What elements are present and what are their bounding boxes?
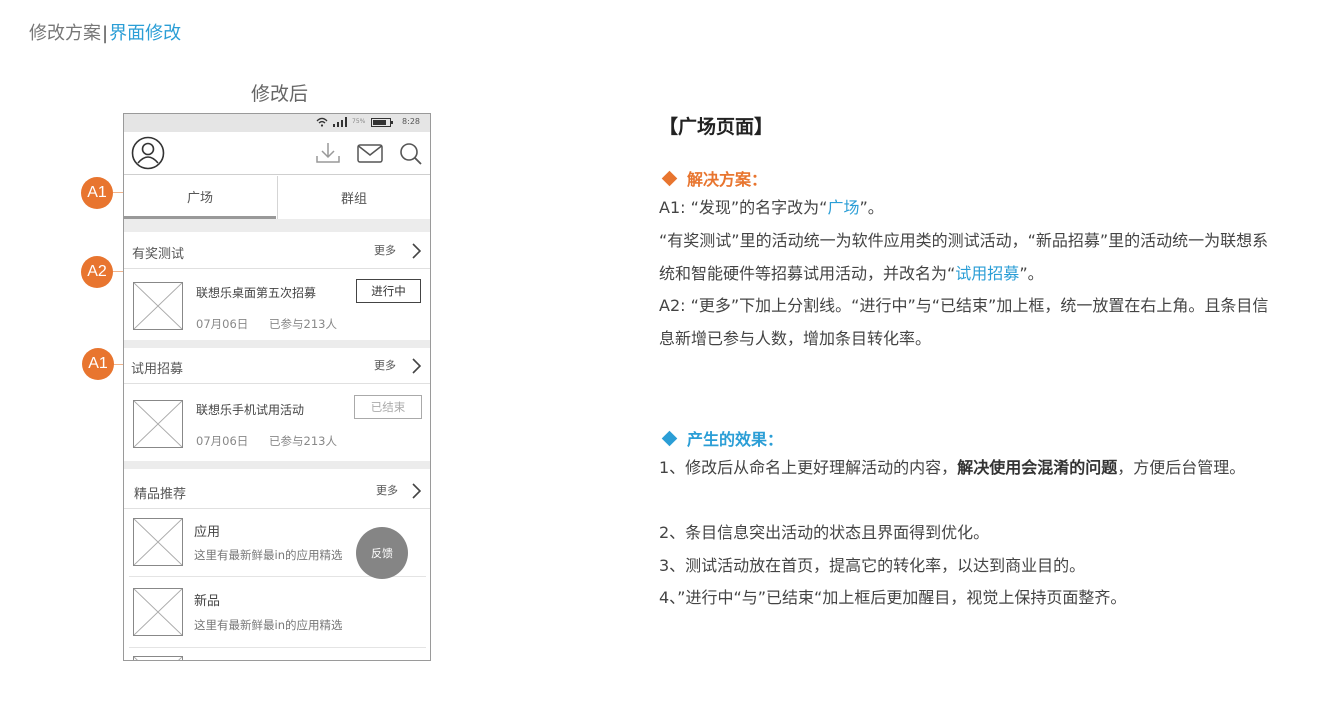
a1-suffix: ”。 [859, 198, 884, 217]
feedback-button[interactable]: 反馈 [356, 527, 408, 579]
a1-highlight: 广场 [827, 198, 860, 217]
section-header-reward-test: 有奖测试 更多 [124, 233, 430, 269]
avatar-icon[interactable] [131, 136, 165, 170]
chevron-right-icon[interactable] [411, 483, 421, 499]
effect-1-text: 1、修改后从命名上更好理解活动的内容， [659, 458, 958, 477]
chevron-right-icon[interactable] [411, 243, 421, 259]
thumbnail-placeholder [133, 518, 183, 566]
effect-4: 4、”进行中“与”已结束“加上框后更加醒目，视觉上保持页面整齐。 [659, 588, 1127, 607]
after-title: 修改后 [251, 83, 309, 105]
effect-3: 3、测试活动放在首页，提高它的转化率，以达到商业目的。 [659, 556, 1086, 575]
section-title: 有奖测试 [132, 247, 185, 262]
chevron-right-icon[interactable] [411, 358, 421, 374]
item-joined-count: 已参与213人 [269, 317, 337, 331]
solution-heading-text: 解决方案： [687, 170, 768, 189]
section-header-trial-recruit: 试用招募 更多 [124, 348, 430, 384]
solution-a2: A2: “更多”下加上分割线。“进行中”与“已结束”加上框，统一放置在右上角。且… [659, 296, 1269, 348]
item-joined-count: 已参与213人 [269, 434, 337, 448]
solution-a1: A1: “发现”的名字改为“广场”。 [659, 192, 1269, 225]
section-title: 试用招募 [131, 362, 184, 377]
mail-icon[interactable] [357, 144, 383, 164]
item-desc: 这里有最新鲜最in的应用精选 [194, 548, 343, 562]
status-ended-button[interactable]: 已结束 [354, 395, 422, 419]
solution-heading: 解决方案： [661, 166, 767, 190]
header-current: 界面修改 [109, 23, 182, 44]
status-ongoing-button[interactable]: 进行中 [356, 279, 421, 303]
signal-icon [333, 117, 347, 127]
thumbnail-placeholder [133, 400, 183, 448]
page-header: 修改方案|界面修改 [29, 19, 181, 45]
item-title[interactable]: 新品 [194, 590, 220, 609]
annotation-badge-a1: A1 [81, 177, 113, 209]
diamond-bullet-icon [661, 170, 678, 187]
section-gap [124, 461, 430, 469]
tab-plaza[interactable]: 广场 [124, 176, 276, 219]
item-date: 07月06日 [196, 317, 249, 331]
item-title[interactable]: 联想乐手机试用活动 [196, 401, 304, 418]
section-title: 精品推荐 [134, 487, 187, 502]
wifi-icon [316, 117, 328, 127]
effect-1-suffix: ，方便后台管理。 [1117, 458, 1246, 477]
header-section: 修改方案 [29, 23, 101, 44]
battery-icon [371, 118, 393, 127]
effect-heading-text: 产生的效果： [687, 430, 784, 449]
thumbnail-placeholder [133, 656, 183, 660]
a1-detail-highlight: 试用招募 [955, 263, 1020, 283]
battery-percent: 75% [352, 118, 366, 125]
effect-1-bold: 解决使用会混淆的问题 [957, 458, 1118, 477]
status-time: 8:28 [402, 117, 420, 126]
item-title[interactable]: 应用 [194, 521, 220, 540]
a1-detail-suffix: ”。 [1019, 263, 1044, 283]
more-link[interactable]: 更多 [374, 242, 396, 258]
item-desc: 这里有最新鲜最in的应用精选 [194, 618, 343, 632]
thumbnail-placeholder [133, 588, 183, 636]
section-gap [124, 219, 430, 232]
more-link[interactable]: 更多 [376, 482, 398, 498]
effect-1: 1、修改后从命名上更好理解活动的内容，解决使用会混淆的问题，方便后台管理。 [659, 452, 1269, 485]
diamond-bullet-icon [661, 430, 678, 447]
annotation-badge-a2: A2 [81, 256, 113, 288]
annotation-badge-a1: A1 [82, 348, 114, 380]
solution-a1-detail: “有奖测试”里的活动统一为软件应用类的测试活动，“新品招募”里的活动统一为联想系… [659, 225, 1269, 290]
search-icon[interactable] [399, 142, 423, 166]
thumbnail-placeholder [133, 282, 183, 330]
item-title[interactable]: 联想乐桌面第五次招募 [196, 284, 316, 301]
header-separator: | [102, 23, 109, 44]
tab-bar: 广场 群组 [124, 176, 430, 219]
section-header-featured: 精品推荐 更多 [124, 473, 430, 509]
top-bar [124, 132, 430, 175]
item-date: 07月06日 [196, 434, 249, 448]
status-bar: 75% 8:28 [124, 114, 430, 132]
section-gap [124, 340, 430, 348]
effect-heading: 产生的效果： [661, 426, 783, 450]
panel-title: 【广场页面】 [659, 116, 774, 138]
effect-2: 2、条目信息突出活动的状态且界面得到优化。 [659, 523, 990, 542]
a1-text: A1: “发现”的名字改为“ [659, 198, 828, 217]
download-icon[interactable] [315, 141, 341, 165]
phone-mockup: 75% 8:28 广场 群组 有奖测试 更多 联想乐桌面第五次招募 进行中 07… [123, 113, 431, 661]
tab-groups[interactable]: 群组 [277, 176, 430, 219]
divider [129, 647, 426, 648]
more-link[interactable]: 更多 [374, 357, 396, 373]
